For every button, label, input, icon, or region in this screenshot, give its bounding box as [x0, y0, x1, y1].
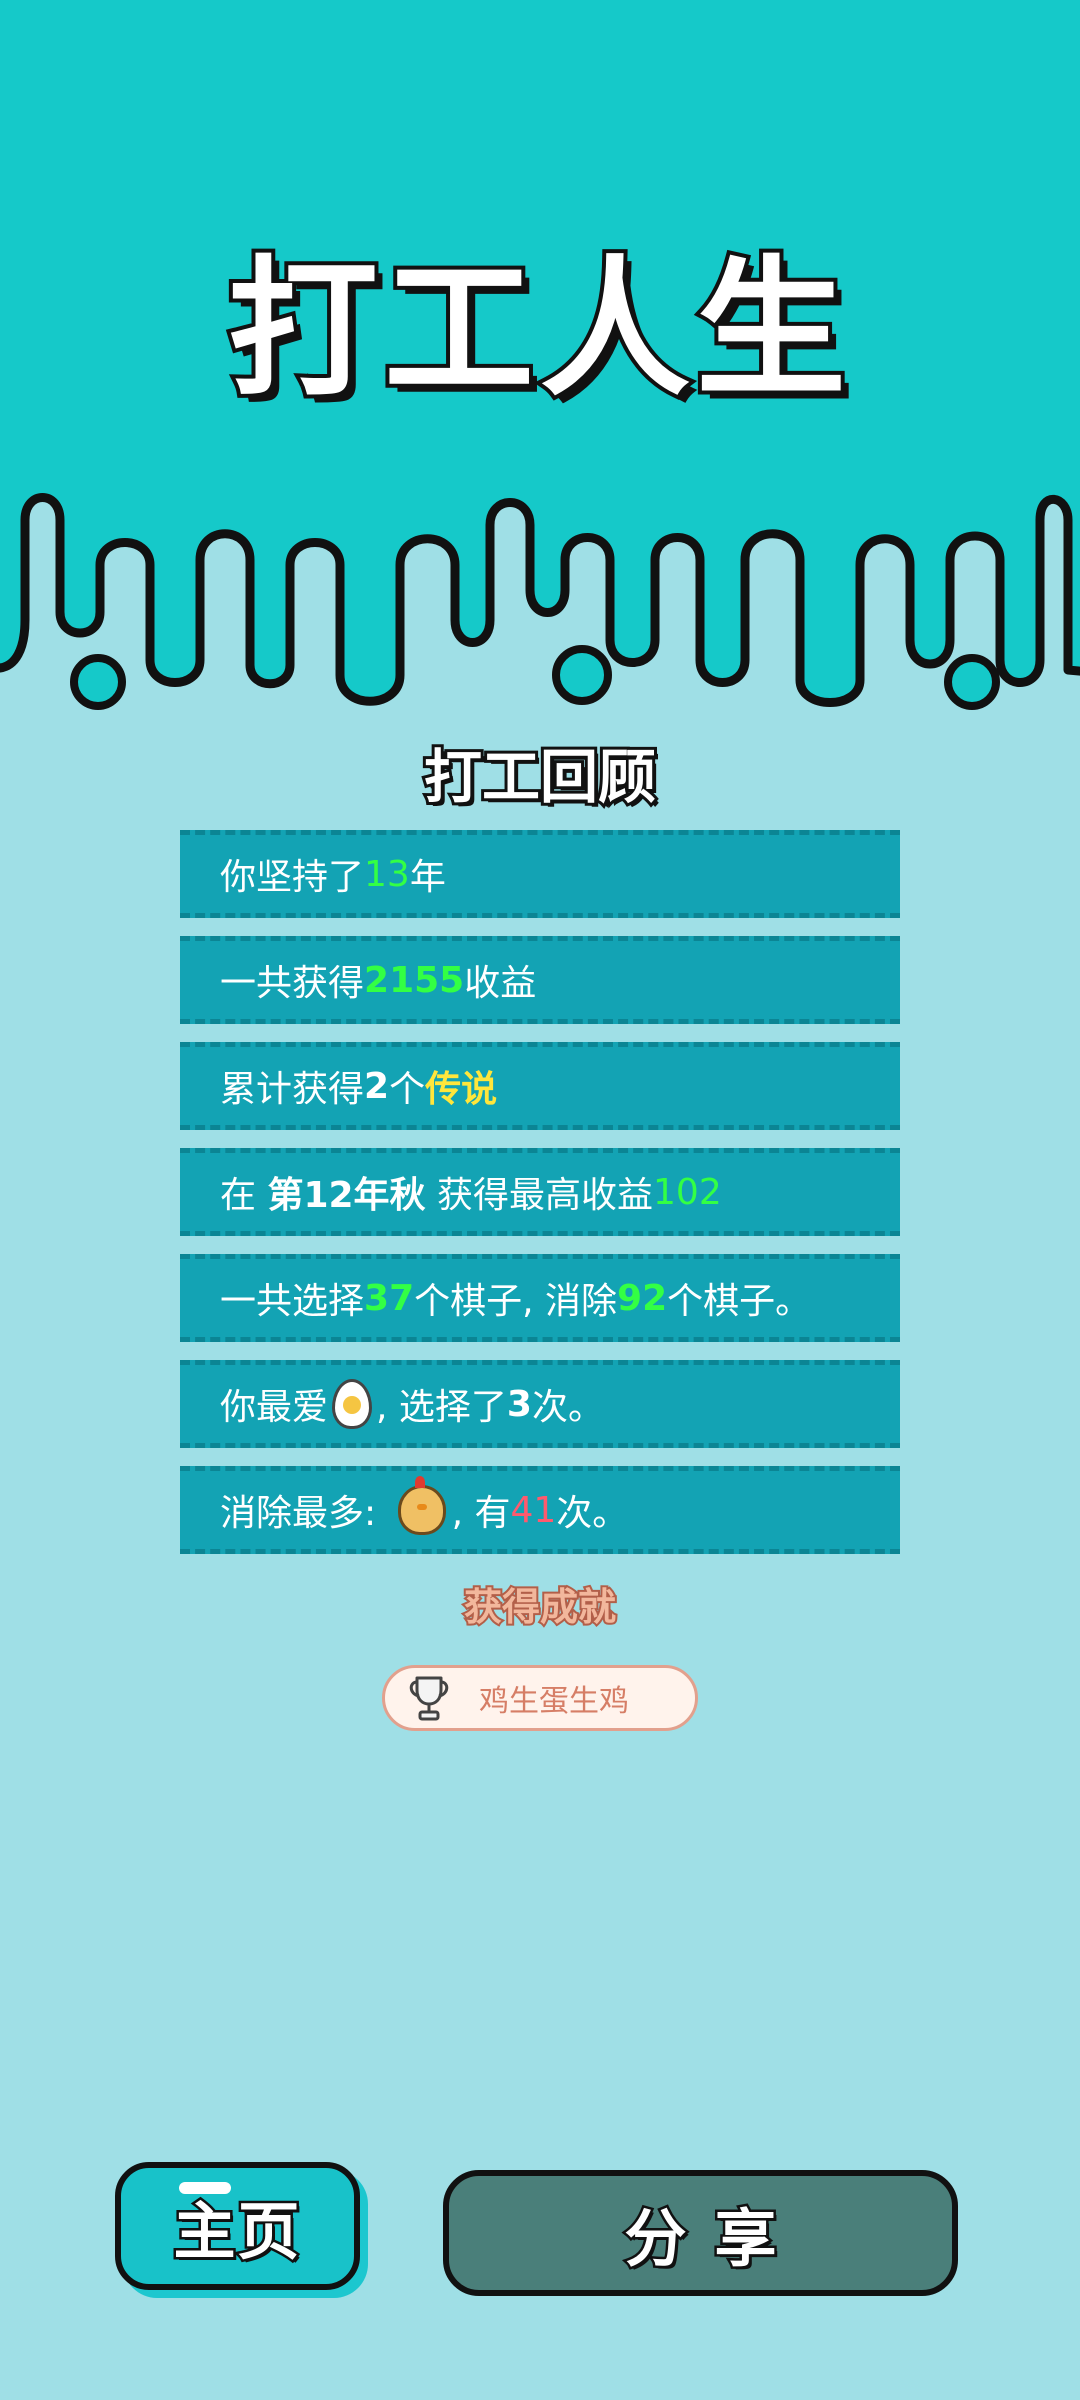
stat-best-season-row: 在 第12年秋 获得最高收益 102 — [180, 1148, 900, 1236]
achievements-heading: 获得成就 — [462, 1585, 618, 1629]
stat-text: 累计获得 — [220, 1069, 365, 1110]
stat-text: 收益 — [464, 963, 537, 1004]
stat-value-season: 第12年秋 — [267, 1175, 426, 1216]
stat-text: 获得最高收益 — [425, 1175, 654, 1216]
chick-icon — [397, 1476, 446, 1535]
stat-income-row: 一共获得 2155 收益 — [180, 936, 900, 1024]
stat-value-legend-count: 2 — [364, 1065, 390, 1107]
stat-text: 在 — [220, 1175, 268, 1216]
stat-value-chosen: 37 — [364, 1277, 415, 1319]
achievement-label: 鸡生蛋生鸡 — [479, 1684, 629, 1719]
share-button-label: 分享 — [622, 2200, 805, 2278]
stat-legend-row: 累计获得 2 个传说 — [180, 1042, 900, 1130]
stat-text: 个棋子, 消除 — [414, 1281, 618, 1322]
stat-text: 一共选择 — [220, 1281, 365, 1322]
stat-value-favorite-times: 3 — [506, 1383, 532, 1425]
stat-most-removed-row: 消除最多: , 有 41 次。 — [180, 1466, 900, 1554]
stat-years-row: 你坚持了 13 年 — [180, 830, 900, 918]
stat-text: 个棋子。 — [667, 1281, 812, 1322]
trophy-icon — [409, 1676, 449, 1721]
stat-value-removed-times: 41 — [510, 1489, 557, 1531]
stat-text: 个 — [389, 1069, 426, 1110]
stat-value-income: 2155 — [364, 959, 465, 1001]
stat-text: 消除最多: — [220, 1493, 388, 1534]
stat-value-years: 13 — [364, 853, 410, 895]
stat-text: 次。 — [531, 1387, 604, 1428]
stats-list: 你坚持了 13 年 一共获得 2155 收益 累计获得 2 个传说 在 第12年秋 获得最高… — [180, 830, 900, 1572]
stat-value-best-income: 102 — [653, 1171, 722, 1213]
achievement-badge: 鸡生蛋生鸡 — [382, 1665, 698, 1731]
stat-text: 你最爱 — [220, 1387, 329, 1428]
home-button-label: 主页 — [171, 2193, 302, 2271]
stat-value-removed: 92 — [617, 1277, 668, 1319]
review-heading: 打工回顾 — [421, 743, 659, 811]
stat-text: 次。 — [556, 1493, 629, 1534]
stat-pieces-row: 一共选择 37 个棋子, 消除 92 个棋子。 — [180, 1254, 900, 1342]
share-button[interactable]: 分享 — [443, 2170, 958, 2296]
stat-text: 你坚持了 — [220, 857, 365, 898]
rarity-label: 传说 — [425, 1069, 498, 1110]
stat-favorite-row: 你最爱 , 选择了 3 次。 — [180, 1360, 900, 1448]
egg-icon — [332, 1379, 373, 1429]
stat-text: 年 — [409, 857, 446, 898]
home-button[interactable]: 主页 — [115, 2162, 360, 2290]
stat-text: , 选择了 — [376, 1387, 507, 1428]
stat-text: , 有 — [451, 1493, 511, 1534]
stat-text: 一共获得 — [220, 963, 365, 1004]
game-title: 打工人生 — [224, 243, 852, 417]
button-shine — [179, 2182, 231, 2194]
